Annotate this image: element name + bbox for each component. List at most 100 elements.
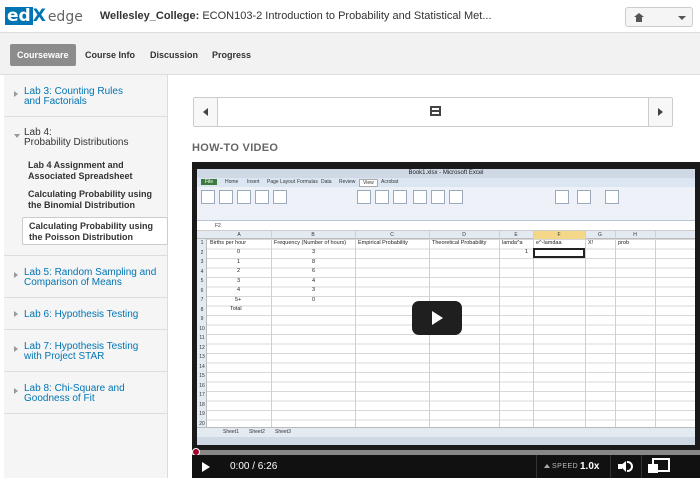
tab-progress[interactable]: Progress	[205, 44, 258, 66]
video-unit-icon[interactable]	[430, 106, 441, 116]
row-number: 8	[200, 306, 204, 313]
big-play-button[interactable]	[412, 301, 462, 335]
previous-unit-button[interactable]	[194, 98, 218, 126]
excel-formula-bar: F2	[197, 221, 695, 231]
row-number: 3	[200, 259, 204, 265]
section-binomial[interactable]: Calculating Probability using the Binomi…	[22, 189, 168, 213]
video-frame: Book1.xlsx - Microsoft Excel File Home I…	[197, 169, 695, 445]
speed-label[interactable]: SPEED	[552, 463, 578, 470]
cell-a7: 5+	[235, 297, 242, 303]
caret-up-icon[interactable]	[544, 464, 550, 468]
excel-tab-home: Home	[225, 179, 239, 185]
chevron-right-icon	[14, 272, 18, 278]
ribbon-custom-views-icon	[255, 190, 269, 204]
row-number: 18	[199, 401, 205, 408]
col-h: H	[633, 232, 637, 238]
ribbon-full-screen-icon	[273, 190, 287, 204]
col-c: C	[390, 232, 394, 238]
top-header: ed Xedge Wellesley_College: ECON103-2 Int…	[0, 0, 700, 33]
edx-edge-logo[interactable]: ed Xedge	[5, 6, 83, 26]
home-dropdown-button[interactable]	[625, 7, 693, 27]
cell-a5: 3	[237, 278, 241, 284]
tab-discussion[interactable]: Discussion	[143, 44, 205, 66]
grid-line	[615, 231, 616, 427]
sequence-navigation	[193, 97, 673, 127]
ribbon-arrange-icon	[431, 190, 445, 204]
separator	[536, 455, 537, 478]
ribbon-freeze-icon	[449, 190, 463, 204]
chapter-lab-4[interactable]: Lab 4: Probability Distributions Lab 4 A…	[4, 117, 168, 256]
cell-c1: Empirical Probability	[358, 240, 408, 246]
chapter-lab-7[interactable]: Lab 7: Hypothesis Testing with Project S…	[4, 330, 168, 372]
cell-f1: e^-lamdaa	[536, 240, 562, 246]
row-number: 4	[200, 268, 204, 275]
tab-course-info[interactable]: Course Info	[78, 44, 142, 66]
fullscreen-icon[interactable]	[648, 458, 670, 474]
row-number: 19	[199, 411, 205, 417]
col-b: B	[311, 232, 315, 238]
cell-a2: 0	[237, 249, 241, 255]
speed-value[interactable]: 1.0x	[580, 461, 599, 472]
cell-a3: 1	[237, 259, 241, 265]
chapter-title-line2: Probability Distributions	[24, 137, 129, 148]
row-number: 2	[200, 249, 204, 256]
sheet-tab-2: Sheet2	[249, 429, 265, 435]
excel-status-bar	[197, 437, 695, 445]
col-d: D	[462, 232, 466, 238]
cell-b4: 6	[312, 268, 316, 274]
excel-tab-review: Review	[339, 179, 356, 185]
section-poisson[interactable]: Calculating Probability using the Poisso…	[22, 217, 168, 245]
grid-line	[271, 231, 272, 427]
chapter-title-line2: Goodness of Fit	[24, 393, 95, 404]
cell-b6: 3	[312, 287, 316, 293]
chapter-lab-8[interactable]: Lab 8: Chi-Square and Goodness of Fit	[4, 372, 168, 414]
home-icon	[634, 12, 644, 22]
section-title-line1: Calculating Probability using	[29, 221, 154, 231]
cell-h1: prob	[618, 240, 630, 246]
tab-courseware[interactable]: Courseware	[10, 44, 76, 66]
ribbon-100-icon	[375, 190, 389, 204]
chapter-lab-3[interactable]: Lab 3: Counting Rules and Factorials	[4, 75, 168, 117]
excel-tab-formulas: Formulas	[297, 179, 318, 185]
sheet-tab-3: Sheet3	[275, 429, 291, 435]
excel-tab-view: View	[359, 179, 378, 187]
separator	[641, 455, 642, 478]
row-number: 16	[199, 382, 205, 389]
cell-b1: Frequency (Number of hours)	[274, 240, 347, 246]
chevron-right-icon	[14, 311, 18, 317]
video-time: 0:00 / 6:26	[230, 461, 278, 472]
section-title-line2: the Poisson Distribution	[29, 232, 134, 242]
logo-x: X	[32, 6, 46, 26]
section-title-line2: the Binomial Distribution	[28, 200, 135, 210]
arrow-right-icon	[658, 108, 663, 116]
chapter-title-line2: and Factorials	[24, 96, 87, 107]
section-title-line2: Associated Spreadsheet	[28, 171, 133, 181]
excel-ribbon	[197, 187, 695, 221]
selected-cell-f2	[533, 248, 585, 258]
chapter-lab-6[interactable]: Lab 6: Hypothesis Testing	[4, 298, 168, 330]
excel-title-bar: Book1.xlsx - Microsoft Excel	[197, 169, 695, 178]
row-number: 15	[199, 373, 205, 379]
col-a: A	[237, 232, 241, 238]
section-lab-4-assignment[interactable]: Lab 4 Assignment and Associated Spreadsh…	[22, 160, 168, 184]
sequence-track	[218, 98, 648, 126]
cell-d1: Theoretical Probability	[432, 240, 487, 246]
next-unit-button[interactable]	[648, 98, 672, 126]
chapter-title-line2: Comparison of Means	[24, 277, 122, 288]
cell-b3: 8	[312, 259, 316, 265]
cell-b2: 3	[312, 249, 316, 255]
main-content: HOW-TO VIDEO Book1.xlsx - Microsoft Exce…	[169, 75, 700, 478]
separator	[610, 455, 611, 478]
course-navigation: Lab 3: Counting Rules and Factorials Lab…	[4, 75, 168, 478]
ribbon-zoom-selection-icon	[393, 190, 407, 204]
excel-tab-acrobat: Acrobat	[381, 179, 399, 185]
grid-line	[655, 231, 656, 427]
ribbon-zoom-icon	[357, 190, 371, 204]
section-title-line1: Calculating Probability using	[28, 189, 153, 199]
play-icon[interactable]	[202, 462, 210, 472]
excel-tab-data: Data	[321, 179, 332, 185]
ribbon-normal-icon	[201, 190, 215, 204]
cell-a4: 2	[237, 268, 241, 274]
video-player[interactable]: Book1.xlsx - Microsoft Excel File Home I…	[192, 162, 700, 478]
chapter-lab-5[interactable]: Lab 5: Random Sampling and Comparison of…	[4, 256, 168, 298]
